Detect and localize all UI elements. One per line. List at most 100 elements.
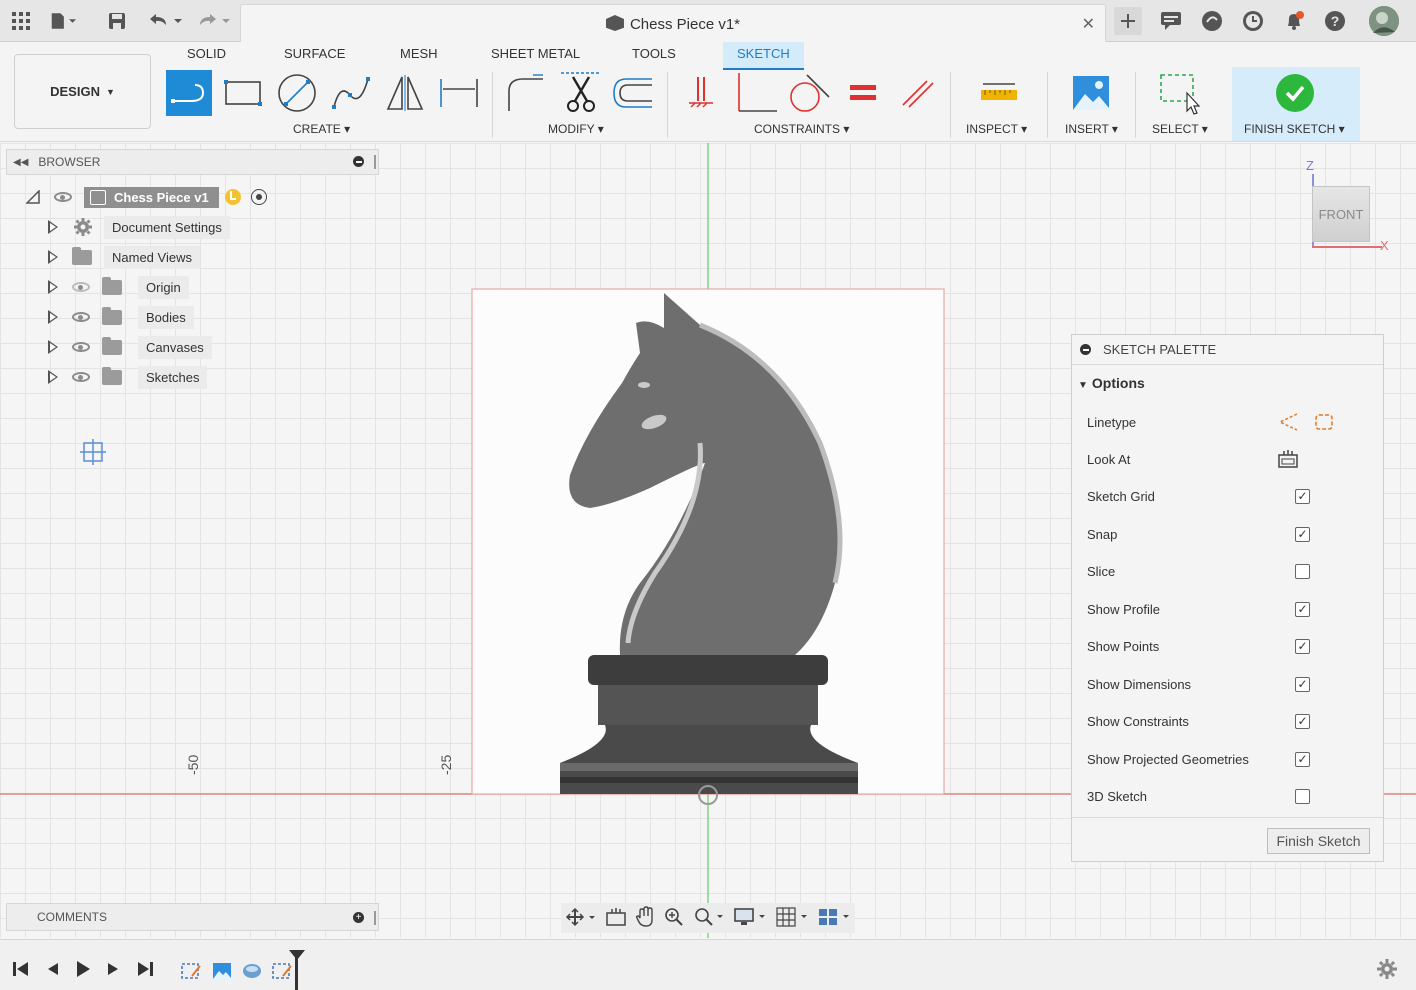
timeline-body-icon[interactable] [241, 960, 263, 987]
browser-item-canvases[interactable]: Canvases [48, 334, 212, 360]
finish-sketch-palette-button[interactable]: Finish Sketch [1267, 828, 1370, 854]
minimize-icon[interactable] [353, 156, 364, 167]
snap-checkbox[interactable]: ✓ [1295, 526, 1310, 542]
tab-sheet-metal[interactable]: SHEET METAL [491, 46, 580, 61]
collapse-palette-icon[interactable] [1080, 344, 1091, 355]
create-group-label[interactable]: CREATE ▾ [293, 122, 350, 136]
options-section-header[interactable]: ▼ Options [1078, 375, 1145, 391]
timeline-sketch-icon[interactable] [180, 960, 202, 987]
add-comment-icon[interactable]: + [353, 912, 364, 923]
insert-image-icon[interactable] [1068, 70, 1114, 116]
perpendicular-constraint-icon[interactable] [732, 70, 778, 116]
3d-sketch-checkbox[interactable] [1295, 788, 1310, 804]
centerline-linetype-icon[interactable] [1313, 412, 1335, 435]
go-to-start-icon[interactable] [12, 960, 30, 983]
expand-triangle-icon[interactable] [48, 250, 58, 264]
modify-group-label[interactable]: MODIFY ▾ [548, 122, 604, 136]
visibility-eye-icon[interactable] [72, 342, 90, 352]
show-dimensions-checkbox[interactable]: ✓ [1295, 676, 1310, 692]
sketch-grid-checkbox[interactable]: ✓ [1295, 488, 1310, 504]
browser-item-bodies[interactable]: Bodies [48, 304, 194, 330]
help-icon[interactable]: ? [1322, 8, 1348, 34]
browser-item-document-settings[interactable]: Document Settings [48, 214, 230, 240]
new-tab-icon[interactable] [1114, 7, 1142, 35]
sketch-palette-header[interactable]: SKETCH PALETTE [1072, 335, 1383, 365]
expanded-triangle-icon[interactable] [26, 190, 40, 204]
pan-hand-icon[interactable] [635, 905, 655, 931]
step-back-icon[interactable] [44, 960, 62, 983]
show-constraints-checkbox[interactable]: ✓ [1295, 713, 1310, 729]
visibility-eye-icon[interactable] [72, 372, 90, 382]
slice-checkbox[interactable] [1295, 563, 1310, 579]
save-icon[interactable] [104, 8, 130, 34]
select-window-icon[interactable] [1156, 70, 1202, 116]
bell-icon[interactable] [1281, 8, 1307, 34]
timeline-canvas-icon[interactable] [211, 960, 233, 987]
step-forward-icon[interactable] [104, 960, 122, 983]
equal-constraint-icon[interactable] [840, 70, 886, 116]
browser-panel-header[interactable]: ◀◀ BROWSER [6, 149, 379, 175]
redo-icon[interactable] [196, 8, 236, 34]
tab-surface[interactable]: SURFACE [284, 46, 345, 61]
expand-triangle-icon[interactable] [48, 340, 58, 354]
circle-tool-icon[interactable] [274, 70, 320, 116]
timeline-marker-head[interactable] [289, 950, 305, 960]
app-grid-icon[interactable] [8, 8, 34, 34]
user-avatar[interactable] [1369, 6, 1399, 36]
measure-ruler-icon[interactable] [976, 70, 1022, 116]
show-profile-checkbox[interactable]: ✓ [1295, 601, 1310, 617]
job-status-icon[interactable] [1199, 8, 1225, 34]
root-node-label[interactable]: Chess Piece v1 [84, 186, 219, 208]
mirror-tool-icon[interactable] [382, 70, 428, 116]
workspace-switcher[interactable]: DESIGN ▼ [14, 54, 151, 129]
zoom-icon[interactable] [663, 906, 685, 931]
activate-indicator-icon[interactable] [224, 189, 241, 205]
fix-constraint-icon[interactable] [678, 70, 724, 116]
timeline-settings-gear-icon[interactable] [1376, 958, 1398, 985]
line-tool-icon[interactable] [166, 70, 212, 116]
zoom-window-icon[interactable] [693, 906, 725, 931]
look-at-icon[interactable] [1277, 449, 1299, 472]
visibility-eye-icon[interactable] [72, 312, 90, 322]
resize-handle-icon[interactable] [374, 911, 376, 925]
collapse-left-icon[interactable]: ◀◀ [13, 157, 28, 168]
viewports-icon[interactable] [817, 906, 851, 931]
go-to-end-icon[interactable] [136, 960, 154, 983]
trim-scissors-icon[interactable] [558, 70, 604, 116]
browser-item-sketches[interactable]: Sketches [48, 364, 208, 390]
notifications-chat-icon[interactable] [1158, 8, 1184, 34]
radio-target-icon[interactable] [250, 189, 267, 205]
insert-group-label[interactable]: INSERT ▾ [1065, 122, 1118, 136]
file-menu-icon[interactable] [50, 8, 76, 34]
display-settings-icon[interactable] [733, 906, 767, 931]
resize-handle-icon[interactable] [374, 155, 376, 169]
visibility-eye-icon[interactable] [54, 192, 72, 202]
rectangle-tool-icon[interactable] [220, 70, 266, 116]
expand-triangle-icon[interactable] [48, 370, 58, 384]
expand-triangle-icon[interactable] [48, 310, 58, 324]
construction-linetype-icon[interactable] [1277, 412, 1299, 435]
show-projected-geometries-checkbox[interactable]: ✓ [1295, 751, 1310, 767]
expand-triangle-icon[interactable] [48, 220, 58, 234]
play-icon[interactable] [74, 960, 92, 983]
offset-tool-icon[interactable] [610, 70, 656, 116]
undo-icon[interactable] [146, 8, 186, 34]
spline-tool-icon[interactable] [328, 70, 374, 116]
dimension-tool-icon[interactable] [436, 70, 482, 116]
expand-triangle-icon[interactable] [48, 280, 58, 294]
orbit-icon[interactable] [565, 907, 597, 930]
tab-tools[interactable]: TOOLS [632, 46, 676, 61]
browser-item-named-views[interactable]: Named Views [48, 244, 200, 270]
clock-icon[interactable] [1240, 8, 1266, 34]
viewcube[interactable]: Z X FRONT [1304, 158, 1390, 253]
grid-settings-icon[interactable] [775, 906, 809, 931]
tab-mesh[interactable]: MESH [400, 46, 438, 61]
tangent-constraint-icon[interactable] [786, 70, 832, 116]
parallel-constraint-icon[interactable] [894, 70, 940, 116]
viewcube-front-face[interactable]: FRONT [1312, 186, 1370, 242]
tab-solid[interactable]: SOLID [187, 46, 226, 61]
document-tab[interactable]: Chess Piece v1* ✕ [240, 4, 1106, 42]
show-points-checkbox[interactable]: ✓ [1295, 638, 1310, 654]
hidden-eye-icon[interactable] [72, 282, 90, 292]
look-at-nav-icon[interactable] [605, 907, 627, 930]
